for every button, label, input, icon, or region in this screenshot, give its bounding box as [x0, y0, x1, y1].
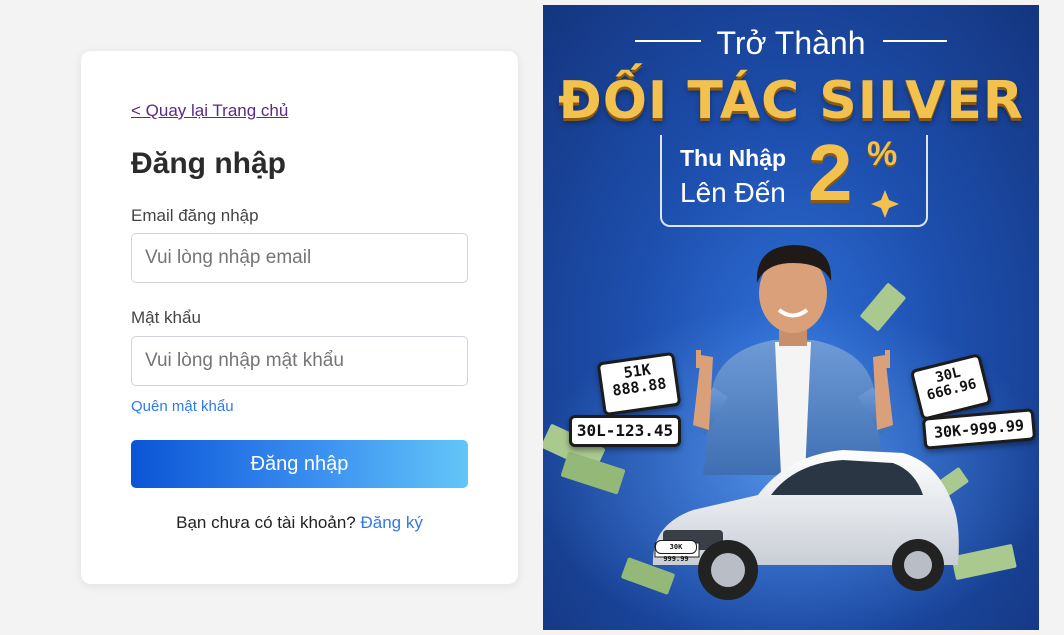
- back-to-home-link[interactable]: < Quay lại Trang chủ: [131, 101, 288, 121]
- license-plate: 51K 888.88: [596, 351, 682, 417]
- car-license-plate: 30K 999.99: [655, 540, 697, 563]
- email-label: Email đăng nhập: [131, 206, 259, 225]
- plate-line: 30L-123.45: [576, 421, 674, 440]
- plate-line: 30K-999.99: [933, 416, 1025, 442]
- promo-banner: Trở Thành ĐỐI TÁC SILVER Thu Nhập Lên Đế…: [543, 5, 1039, 630]
- signup-prompt: Bạn chưa có tài khoản? Đăng ký: [81, 513, 518, 533]
- signup-link[interactable]: Đăng ký: [360, 513, 422, 532]
- percent-value: 2: [808, 128, 853, 217]
- income-line-2: Lên Đến: [680, 177, 786, 208]
- no-account-text: Bạn chưa có tài khoản?: [176, 513, 356, 532]
- login-card: < Quay lại Trang chủ Đăng nhập Email đăn…: [81, 51, 518, 584]
- page-title: Đăng nhập: [131, 147, 286, 180]
- banner-become-text: Trở Thành: [716, 25, 866, 61]
- password-label: Mật khẩu: [131, 308, 201, 327]
- forgot-password-link[interactable]: Quên mật khẩu: [131, 398, 234, 415]
- login-button[interactable]: Đăng nhập: [131, 440, 468, 488]
- password-input[interactable]: [131, 336, 468, 386]
- banner-partner-title: ĐỐI TÁC SILVER: [558, 71, 1024, 131]
- percent-sign: %: [867, 135, 898, 173]
- income-line-1: Thu Nhập: [680, 145, 787, 171]
- email-input[interactable]: [131, 233, 468, 283]
- license-plate: 30L-123.45: [569, 415, 681, 447]
